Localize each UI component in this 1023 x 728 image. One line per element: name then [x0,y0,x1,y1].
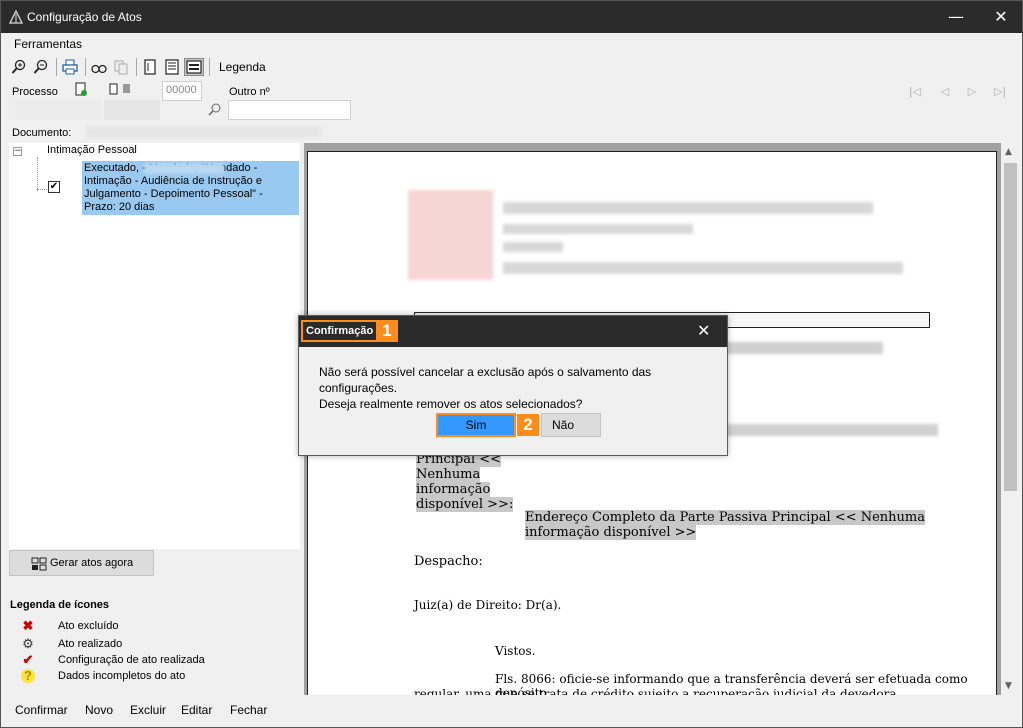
header-redacted [503,242,563,252]
juiz-line: Juiz(a) de Direito: Dr(a). [414,598,562,612]
step-badge-2: 2 [517,414,539,436]
vertical-scrollbar[interactable]: ▲ ▼ [1002,143,1019,695]
excluir-button[interactable]: Excluir [130,703,166,717]
dialog-message: Não será possível cancelar a exclusão ap… [319,365,652,411]
main-window: Configuração de Atos — ✕ Ferramentas Leg… [0,0,1023,728]
fechar-button[interactable]: Fechar [230,703,267,717]
outro-label: Outro nº [229,86,270,98]
gerar-atos-label: Gerar atos agora [50,557,134,569]
next-page-icon[interactable]: ▷ [965,85,979,99]
single-page-button[interactable] [140,58,160,76]
documento-label: Documento: [12,127,72,139]
confirmation-dialog: Confirmação 1 ✕ Não será possível cancel… [298,315,728,456]
number-field[interactable]: 00000 [162,81,202,101]
fls-line-2: regular, uma que se trata de crédito suj… [414,687,901,695]
legenda-button[interactable]: Legenda [219,60,266,74]
page-width-button[interactable] [162,58,182,76]
novo-button[interactable]: Novo [85,703,113,717]
toolbar-separator [209,58,210,76]
doc-line-redacted [703,424,938,436]
binoculars-icon [91,64,107,74]
fit-page-icon [186,60,202,74]
step-badge-1: 1 [376,320,398,342]
copy-button[interactable] [111,58,131,76]
dialog-close-icon[interactable]: ✕ [697,321,710,340]
dialog-title-bar: Confirmação 1 ✕ [299,316,727,347]
find-button[interactable] [89,58,109,76]
copy-icon [114,60,128,75]
tree-connector [37,157,38,191]
check-icon: ✔ [22,652,34,667]
minimize-button[interactable]: — [944,5,968,29]
title-bar: Configuração de Atos — ✕ [1,1,1022,33]
vistos-line: Vistos. [495,644,536,658]
bottom-action-bar: Confirmar Novo Excluir Editar Fechar [1,697,1022,727]
legend-item-excluido: ✖ Ato excluído [19,619,119,633]
zoom-out-button[interactable] [31,58,51,76]
toolbar-separator [85,58,86,76]
zoom-in-icon [11,59,26,74]
toolbar: Legenda [9,57,266,77]
editar-button[interactable]: Editar [181,703,212,717]
toolbar-separator [136,58,137,76]
document-name-redacted [86,126,321,138]
search-icon[interactable] [208,102,222,116]
page-lines-icon [165,59,179,75]
scroll-down-icon[interactable]: ▼ [1005,681,1012,691]
gerar-atos-button[interactable]: Gerar atos agora [9,550,154,576]
menu-ferramentas[interactable]: Ferramentas [14,37,82,51]
header-redacted [503,224,693,234]
processo-field-1[interactable] [9,100,101,120]
confirmar-button[interactable]: Confirmar [15,703,68,717]
x-icon: ✖ [22,618,34,633]
legend-title: Legenda de ícones [10,599,110,611]
no-button[interactable]: Não [541,413,601,437]
processo-label: Processo [12,86,58,98]
zoom-in-button[interactable] [9,58,29,76]
yes-button[interactable]: Sim [436,413,516,437]
print-button[interactable] [60,58,80,76]
zoom-out-icon [33,59,48,74]
generate-icon [31,557,47,571]
fit-page-button[interactable] [184,58,204,76]
question-icon: ? [21,669,35,683]
court-logo-redacted [408,190,493,280]
processo-field-2[interactable] [104,100,160,120]
header-redacted [503,262,903,274]
endereco-block: Endereço Completo da Parte Passiva Princ… [525,510,925,540]
tree-collapse-toggle[interactable]: − [13,147,22,156]
last-page-icon[interactable]: ▷| [993,85,1007,99]
acts-tree: − Intimação Pessoal ✔ Executado, - Manda… [9,143,300,549]
prev-page-icon[interactable]: ◁ [938,85,952,99]
first-page-icon[interactable]: |◁ [908,85,922,99]
legend-item-realizado: ⚙ Ato realizado [19,637,122,651]
gear-icon: ⚙ [22,636,34,651]
act-checkbox[interactable]: ✔ [48,181,60,193]
party-name-redacted [144,163,224,174]
legend-item-incompleto: ? Dados incompletos do ato [19,669,185,683]
scroll-up-icon[interactable]: ▲ [1005,147,1012,157]
tree-root-intimacao[interactable]: Intimação Pessoal [47,144,137,156]
dialog-title: Confirmação [301,320,379,342]
despacho-heading: Despacho: [414,554,483,569]
window-title: Configuração de Atos [27,10,142,24]
principal-block: Principal << Nenhuma informação disponív… [416,452,514,512]
toolbar-separator [56,58,57,76]
header-redacted [503,202,873,214]
app-icon [9,10,23,24]
legend-item-config: ✔ Configuração de ato realizada [19,653,205,667]
outro-field[interactable] [228,100,351,120]
new-document-icon[interactable] [75,82,87,96]
page-icon [144,59,156,75]
printer-icon [62,59,78,75]
document-toggle-icon[interactable] [109,83,131,95]
close-window-button[interactable]: ✕ [989,5,1013,29]
scroll-thumb[interactable] [1004,163,1017,491]
